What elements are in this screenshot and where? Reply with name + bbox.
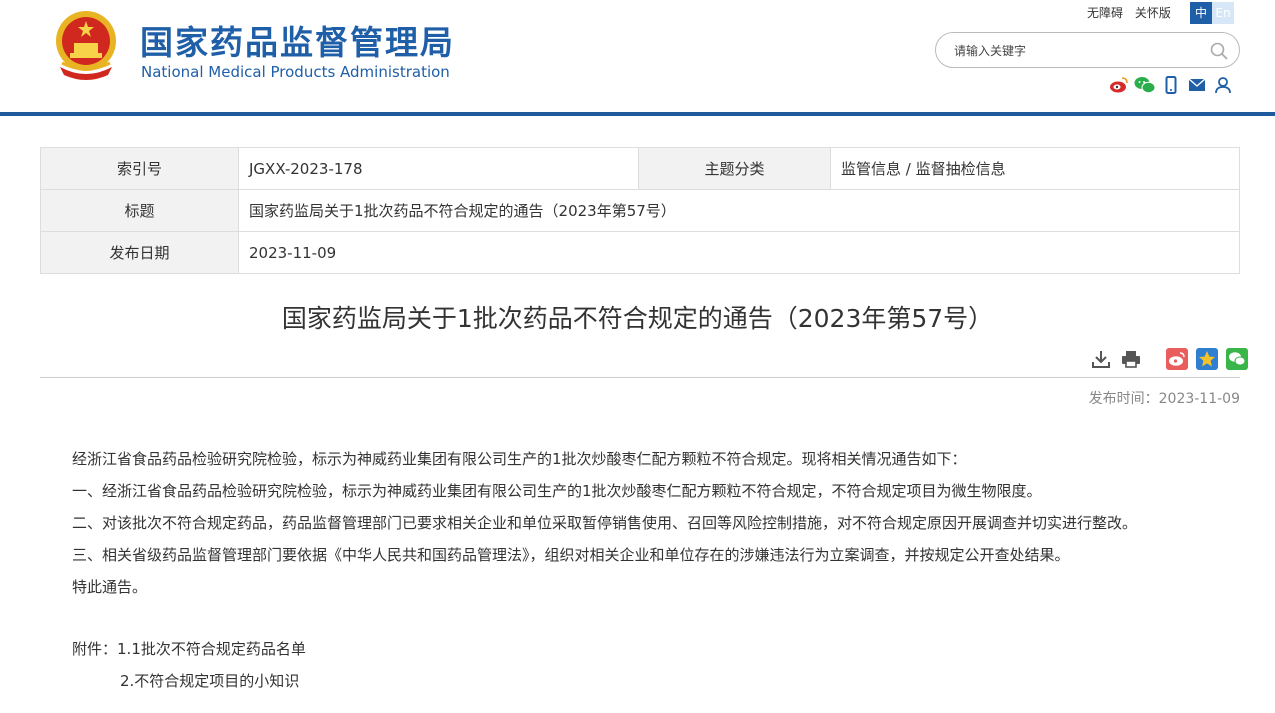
category-value: 监管信息 / 监督抽检信息 xyxy=(830,147,1240,190)
article-tools xyxy=(1090,348,1248,370)
index-label: 索引号 xyxy=(40,147,239,190)
lang-en-button[interactable]: En xyxy=(1212,2,1234,24)
attachment-line: 附件：1.1批次不符合规定药品名单 xyxy=(72,633,306,665)
national-emblem-icon xyxy=(56,11,116,80)
print-icon[interactable] xyxy=(1120,348,1142,370)
wechat-icon[interactable] xyxy=(1134,74,1156,96)
publish-time: 发布时间：2023-11-09 xyxy=(1088,391,1240,407)
paragraph: 二、对该批次不符合规定药品，药品监督管理部门已要求相关企业和单位采取暂停销售使用… xyxy=(72,514,1138,532)
attachment-prefix: 附件： xyxy=(72,640,118,658)
article-title: 国家药监局关于1批次药品不符合规定的通告（2023年第57号） xyxy=(281,304,994,333)
elderly-mode-link[interactable]: 关怀版 xyxy=(1135,6,1171,20)
table-row: 发布日期 2023-11-09 xyxy=(40,231,1240,274)
share-wechat-icon[interactable] xyxy=(1226,348,1248,370)
index-value: JGXX-2023-178 xyxy=(238,147,639,190)
paragraph: 特此通告。 xyxy=(72,578,148,596)
mail-icon[interactable] xyxy=(1186,74,1208,96)
share-qzone-icon[interactable] xyxy=(1196,348,1218,370)
document-info-table: 索引号 JGXX-2023-178 主题分类 监管信息 / 监督抽检信息 标题 … xyxy=(40,147,1240,274)
download-icon[interactable] xyxy=(1090,348,1112,370)
weibo-icon[interactable] xyxy=(1108,74,1130,96)
language-switch: 中 En xyxy=(1190,2,1234,24)
title-value: 国家药监局关于1批次药品不符合规定的通告（2023年第57号） xyxy=(238,189,1240,232)
attachments: 附件：1.1批次不符合规定药品名单 2.不符合规定项目的小知识 xyxy=(72,633,306,697)
paragraph: 一、经浙江省食品药品检验研究院检验，标示为神威药业集团有限公司生产的1批次炒酸枣… xyxy=(72,482,1042,500)
search-input[interactable] xyxy=(954,41,1194,61)
paragraph: 三、相关省级药品监督管理部门要依据《中华人民共和国药品管理法》，组织对相关企业和… xyxy=(72,546,1070,564)
date-value: 2023-11-09 xyxy=(238,231,1240,274)
header-divider-bar xyxy=(0,112,1275,116)
accessibility-link[interactable]: 无障碍 xyxy=(1087,6,1123,20)
user-icon[interactable] xyxy=(1212,74,1234,96)
attachment-link-1[interactable]: 1.1批次不符合规定药品名单 xyxy=(117,640,306,658)
attachment-line: 2.不符合规定项目的小知识 xyxy=(72,665,306,697)
article-divider xyxy=(40,377,1240,378)
article-body: 经浙江省食品药品检验研究院检验，标示为神威药业集团有限公司生产的1批次炒酸枣仁配… xyxy=(72,443,1137,603)
search-box xyxy=(935,32,1240,68)
table-row: 标题 国家药监局关于1批次药品不符合规定的通告（2023年第57号） xyxy=(40,189,1240,232)
share-weibo-icon[interactable] xyxy=(1166,348,1188,370)
site-title-cn: 国家药品监督管理局 xyxy=(140,23,455,62)
category-label: 主题分类 xyxy=(638,147,831,190)
mobile-icon[interactable] xyxy=(1160,74,1182,96)
attachment-link-2[interactable]: 2.不符合规定项目的小知识 xyxy=(120,672,299,690)
header-share-icons xyxy=(1108,74,1234,96)
table-row: 索引号 JGXX-2023-178 主题分类 监管信息 / 监督抽检信息 xyxy=(40,147,1240,190)
site-header: 国家药品监督管理局 National Medical Products Admi… xyxy=(0,0,1275,112)
search-icon[interactable] xyxy=(1209,41,1229,61)
lang-zh-button[interactable]: 中 xyxy=(1190,2,1212,24)
paragraph: 经浙江省食品药品检验研究院检验，标示为神威药业集团有限公司生产的1批次炒酸枣仁配… xyxy=(72,450,967,468)
top-links: 无障碍 关怀版 xyxy=(1087,4,1179,21)
site-title-en: National Medical Products Administration xyxy=(141,63,450,81)
title-label: 标题 xyxy=(40,189,239,232)
date-label: 发布日期 xyxy=(40,231,239,274)
